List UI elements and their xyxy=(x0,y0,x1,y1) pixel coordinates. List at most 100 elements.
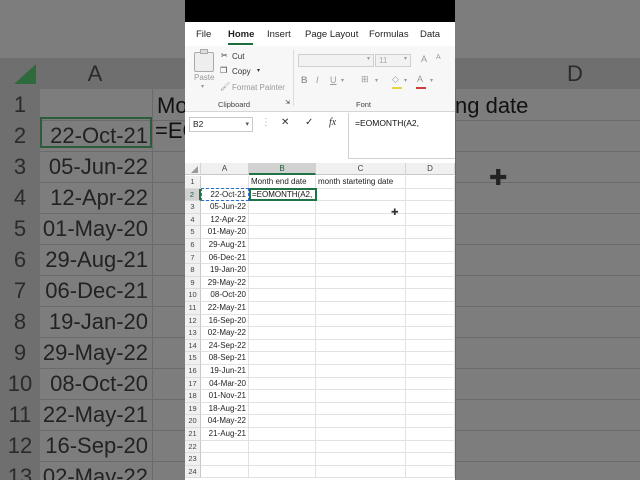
cell-a[interactable] xyxy=(201,440,249,454)
row-header[interactable]: 3 xyxy=(185,201,201,214)
row-header[interactable]: 4 xyxy=(185,213,201,227)
cell-d[interactable] xyxy=(406,390,455,403)
cell-c[interactable] xyxy=(316,251,406,265)
cell-c[interactable] xyxy=(316,276,406,290)
cell-d[interactable] xyxy=(406,415,455,428)
row-header[interactable]: 8 xyxy=(185,264,201,277)
active-cell-b2[interactable]: =EOMONTH(A2, xyxy=(249,188,317,201)
cell-d[interactable] xyxy=(406,289,455,302)
insert-function-icon[interactable]: fx xyxy=(329,117,336,128)
cell-d[interactable] xyxy=(406,188,455,202)
fill-color-icon[interactable]: ◇ xyxy=(392,74,399,85)
cell-b[interactable] xyxy=(249,264,316,277)
bold-button[interactable]: B xyxy=(301,75,308,85)
cell-a[interactable]: 06-Dec-21 xyxy=(201,251,249,265)
cell-b[interactable] xyxy=(249,251,316,265)
cell-a[interactable]: 24-Sep-22 xyxy=(201,339,249,353)
cell-c[interactable] xyxy=(316,226,406,239)
tab-page-layout[interactable]: Page Layout xyxy=(305,29,358,40)
cell-a[interactable]: 08-Sep-21 xyxy=(201,352,249,365)
cell-b[interactable] xyxy=(249,440,316,454)
cell-a[interactable]: 01-Nov-21 xyxy=(201,390,249,403)
cell-a[interactable] xyxy=(201,453,249,466)
borders-icon[interactable]: ⊞ xyxy=(361,74,369,85)
row-header[interactable]: 16 xyxy=(185,365,201,378)
cell-c[interactable] xyxy=(316,428,406,441)
cell-a[interactable] xyxy=(201,465,249,479)
cell-d[interactable] xyxy=(406,314,455,328)
cell-b[interactable] xyxy=(249,201,316,214)
cell-c[interactable] xyxy=(316,453,406,466)
cell-d[interactable] xyxy=(406,402,455,416)
row-header[interactable]: 10 xyxy=(185,289,201,302)
row-header[interactable]: 2 xyxy=(185,188,201,202)
column-header-a[interactable]: A xyxy=(201,163,249,175)
cell-d[interactable] xyxy=(406,453,455,466)
row-header[interactable]: 9 xyxy=(185,276,201,290)
cell-a[interactable]: 19-Jun-21 xyxy=(201,365,249,378)
row-header[interactable]: 23 xyxy=(185,453,201,466)
cell-c[interactable] xyxy=(316,377,406,391)
column-header-c[interactable]: C xyxy=(316,163,406,175)
cell-a[interactable]: 18-Aug-21 xyxy=(201,402,249,416)
cell-b[interactable] xyxy=(249,377,316,391)
row-header[interactable]: 18 xyxy=(185,390,201,403)
row-header[interactable]: 14 xyxy=(185,339,201,353)
tab-file[interactable]: File xyxy=(196,29,211,40)
cell-c[interactable] xyxy=(316,339,406,353)
font-color-icon[interactable]: A xyxy=(417,74,423,84)
row-header[interactable]: 21 xyxy=(185,428,201,441)
cell-a[interactable]: 22-May-21 xyxy=(201,302,249,315)
cell-b[interactable] xyxy=(249,390,316,403)
cell-b[interactable] xyxy=(249,465,316,479)
cell-c[interactable] xyxy=(316,327,406,340)
cell-b[interactable]: Month end date xyxy=(249,176,316,189)
cell-c[interactable] xyxy=(316,365,406,378)
cell-a[interactable]: 19-Jan-20 xyxy=(201,264,249,277)
column-header-b[interactable]: B xyxy=(249,163,316,175)
cell-c[interactable] xyxy=(316,289,406,302)
cell-d[interactable] xyxy=(406,465,455,479)
cell-a[interactable] xyxy=(201,176,249,189)
cell-a[interactable]: 29-May-22 xyxy=(201,276,249,290)
cell-d[interactable] xyxy=(406,365,455,378)
cell-b[interactable] xyxy=(249,339,316,353)
cell-a[interactable]: 02-May-22 xyxy=(201,327,249,340)
row-header[interactable]: 6 xyxy=(185,239,201,252)
cell-a[interactable]: 04-Mar-20 xyxy=(201,377,249,391)
cell-c[interactable] xyxy=(316,264,406,277)
cell-c[interactable] xyxy=(316,402,406,416)
cell-c[interactable] xyxy=(316,352,406,365)
cell-c[interactable] xyxy=(316,302,406,315)
row-header[interactable]: 7 xyxy=(185,251,201,265)
cell-a[interactable]: 21-Aug-21 xyxy=(201,428,249,441)
cell-b[interactable] xyxy=(249,365,316,378)
cell-a[interactable]: 01-May-20 xyxy=(201,226,249,239)
tab-formulas[interactable]: Formulas xyxy=(369,29,409,40)
cell-d[interactable] xyxy=(406,201,455,214)
row-header[interactable]: 24 xyxy=(185,465,201,479)
row-header[interactable]: 17 xyxy=(185,377,201,391)
cell-b[interactable] xyxy=(249,453,316,466)
cell-b[interactable] xyxy=(249,402,316,416)
row-header[interactable]: 11 xyxy=(185,302,201,315)
cell-a[interactable]: 08-Oct-20 xyxy=(201,289,249,302)
increase-font-icon[interactable]: A xyxy=(421,54,427,64)
row-header[interactable]: 13 xyxy=(185,327,201,340)
cell-a[interactable]: 04-May-22 xyxy=(201,415,249,428)
tab-home[interactable]: Home xyxy=(228,29,254,40)
font-name-select[interactable] xyxy=(298,54,374,67)
cell-c[interactable] xyxy=(316,188,406,202)
select-all-corner[interactable] xyxy=(185,163,201,175)
cell-b[interactable] xyxy=(249,226,316,239)
cell-d[interactable] xyxy=(406,352,455,365)
enter-formula-icon[interactable]: ✓ xyxy=(305,117,313,128)
cell-d[interactable] xyxy=(406,251,455,265)
formula-input[interactable]: =EOMONTH(A2, xyxy=(348,113,455,159)
cell-a[interactable]: 16-Sep-20 xyxy=(201,314,249,328)
cell-d[interactable] xyxy=(406,239,455,252)
cancel-formula-icon[interactable]: ✕ xyxy=(281,117,289,128)
cell-b[interactable] xyxy=(249,239,316,252)
underline-button[interactable]: U xyxy=(330,75,337,85)
cell-d[interactable] xyxy=(406,226,455,239)
